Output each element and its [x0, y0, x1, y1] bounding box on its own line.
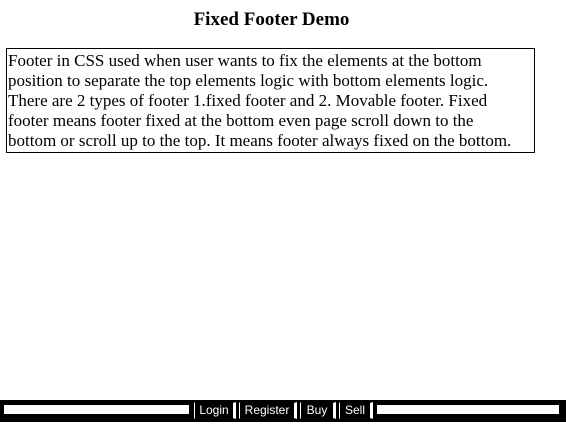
buy-button[interactable]: Buy	[300, 402, 336, 419]
login-button[interactable]: Login	[194, 402, 236, 419]
register-button[interactable]: Register	[239, 402, 297, 419]
description-line-2: position to separate the top elements lo…	[8, 71, 489, 90]
description-line-3: There are 2 types of footer 1.fixed foot…	[8, 91, 488, 110]
fixed-footer: Login Register Buy Sell	[0, 400, 566, 422]
description-box: Footer in CSS used when user wants to fi…	[6, 48, 535, 153]
page-title: Fixed Footer Demo	[193, 9, 350, 30]
description-line-5: bottom or scroll up to the top. It means…	[8, 131, 512, 150]
description-line-4: footer means footer fixed at the bottom …	[8, 111, 474, 130]
footer-right-bar	[376, 404, 560, 415]
page: Fixed Footer Demo Footer in CSS used whe…	[0, 0, 566, 426]
footer-left-bar	[3, 404, 190, 415]
description-line-1: Footer in CSS used when user wants to fi…	[8, 51, 482, 70]
sell-button[interactable]: Sell	[339, 402, 373, 419]
